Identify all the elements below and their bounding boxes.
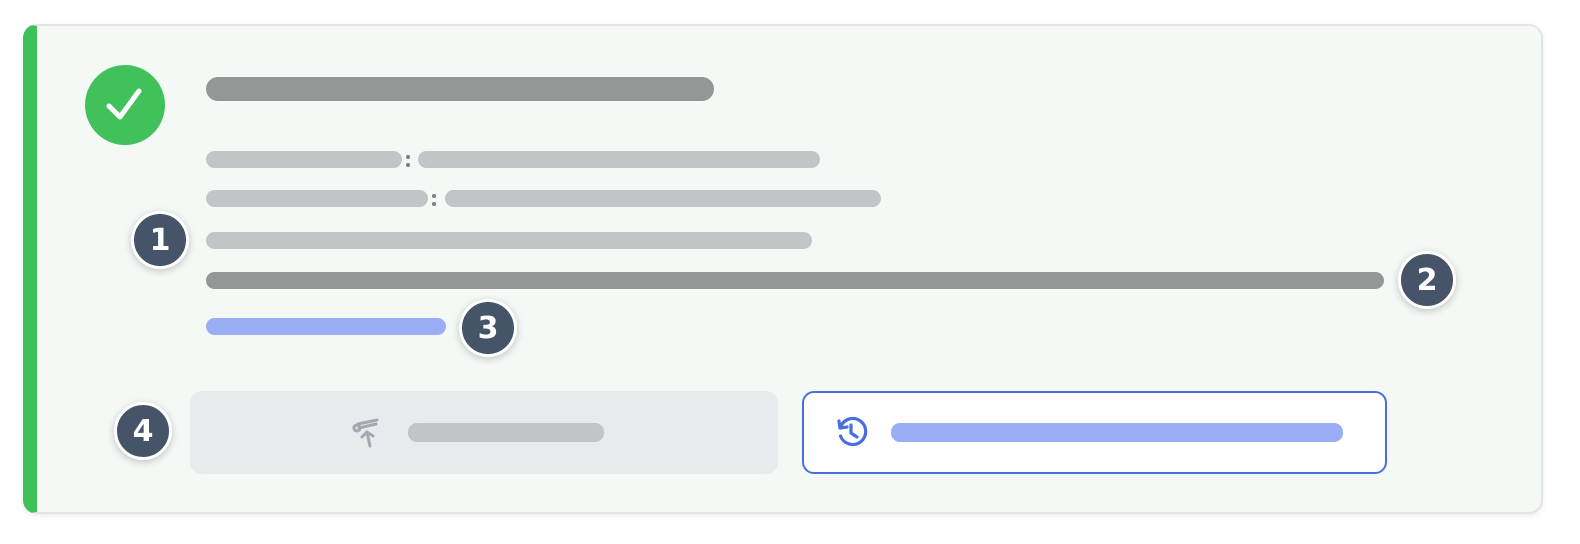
detail-row-1-colon	[406, 152, 410, 170]
primary-action-button[interactable]	[190, 391, 778, 474]
summary-line-placeholder	[206, 272, 1384, 289]
card-title-placeholder	[206, 77, 714, 101]
detail-row-1-label	[206, 151, 402, 168]
success-check-icon	[85, 65, 165, 145]
secondary-action-label	[891, 423, 1343, 442]
telescope-icon	[352, 418, 379, 448]
annotation-marker-4: 4	[114, 402, 172, 460]
history-icon	[837, 416, 868, 447]
primary-action-label	[408, 423, 604, 442]
annotation-marker-1: 1	[131, 211, 189, 269]
detail-row-3-text	[206, 232, 812, 249]
detail-row-2-colon	[432, 191, 436, 209]
annotation-marker-2: 2	[1398, 251, 1456, 309]
secondary-action-button[interactable]	[802, 391, 1387, 474]
detail-row-2-label	[206, 190, 428, 207]
detail-row-2-value	[445, 190, 881, 207]
details-link[interactable]	[206, 318, 446, 335]
annotation-marker-3: 3	[459, 299, 517, 357]
detail-row-1-value	[418, 151, 820, 168]
